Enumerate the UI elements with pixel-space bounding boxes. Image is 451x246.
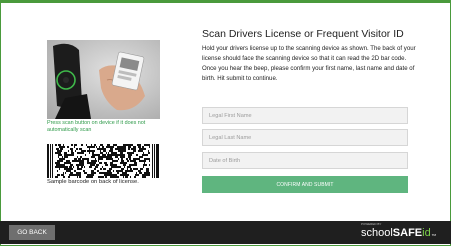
- date-of-birth-input[interactable]: [202, 152, 408, 169]
- schoolsafeid-logo: POWERED BY schoolSAFEidTM: [361, 222, 445, 243]
- scanner-illustration: [47, 40, 160, 119]
- logo-school-text: school: [361, 227, 393, 239]
- instructions-text: Hold your drivers license up to the scan…: [202, 45, 416, 82]
- go-back-button[interactable]: GO BACK: [9, 225, 55, 240]
- confirm-and-submit-button[interactable]: CONFIRM AND SUBMIT: [202, 176, 408, 193]
- logo-id-text: id: [422, 227, 431, 239]
- footer-bar: GO BACK POWERED BY schoolSAFEidTM: [0, 221, 451, 244]
- logo-tm-text: TM: [431, 233, 437, 237]
- page-title: Scan Drivers License or Frequent Visitor…: [202, 28, 404, 40]
- scan-hint-caption: Press scan button on device if it does n…: [47, 120, 146, 133]
- logo-safe-text: SAFE: [392, 227, 423, 239]
- powered-by-label: POWERED BY: [361, 222, 382, 226]
- barcode-caption: Sample barcode on back of license.: [47, 179, 139, 185]
- last-name-input[interactable]: [202, 129, 408, 146]
- first-name-input[interactable]: [202, 107, 408, 124]
- sample-barcode-image: [47, 144, 159, 178]
- logo-wordmark: schoolSAFEidTM: [361, 227, 436, 242]
